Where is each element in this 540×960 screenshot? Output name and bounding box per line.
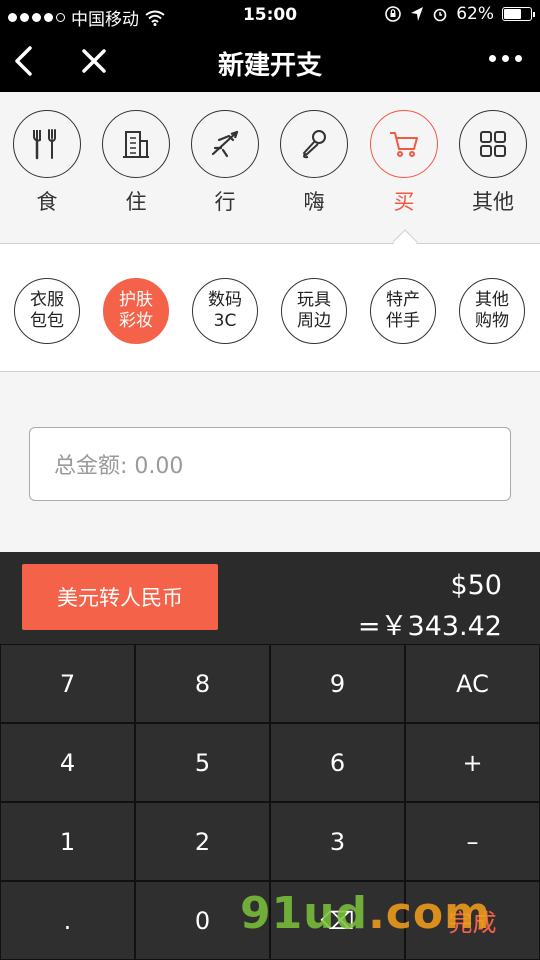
subcategory-label: 特产: [386, 290, 420, 310]
grid-icon: [480, 131, 506, 157]
category-label: 食: [36, 190, 58, 214]
subcategory-label: 彩妆: [119, 311, 153, 331]
battery-percent: 62%: [456, 4, 494, 24]
subcategory-label: 玩具: [297, 290, 331, 310]
shopping-cart-icon: [390, 132, 418, 157]
key-7[interactable]: 7: [0, 644, 135, 723]
category-label: 买: [393, 190, 415, 214]
category-shopping[interactable]: 买: [369, 110, 439, 216]
fork-knife-icon: [33, 129, 56, 160]
navigation-bar: 新建开支: [0, 30, 540, 92]
subcategory-label: 护肤: [119, 290, 153, 310]
subcategory-label: 购物: [475, 311, 509, 331]
subcategory-skincare[interactable]: 护肤 彩妆: [103, 278, 169, 344]
category-row: 食 住 行 嗨 买 其他: [0, 92, 540, 255]
converter-bar: 美元转人民币 $50 =￥343.42: [0, 552, 540, 644]
subcategory-label: 伴手: [386, 311, 420, 331]
category-fun[interactable]: 嗨: [279, 110, 349, 216]
usd-to-cny-button[interactable]: 美元转人民币: [22, 564, 218, 630]
total-amount-field[interactable]: 总金额: 0.00: [29, 427, 511, 501]
subcategory-label: 包包: [30, 311, 64, 331]
microphone-icon: [303, 130, 326, 159]
usd-amount: $50: [450, 570, 502, 601]
total-amount-text: 总金额: 0.00: [54, 454, 184, 479]
key-dot[interactable]: .: [0, 881, 135, 960]
category-lodging[interactable]: 住: [101, 110, 171, 216]
subcategory-label: 数码: [208, 290, 242, 310]
category-label: 嗨: [303, 190, 325, 214]
subcategory-souvenir[interactable]: 特产 伴手: [370, 278, 436, 344]
subcategory-other-shopping[interactable]: 其他 购物: [459, 278, 525, 344]
key-9[interactable]: 9: [270, 644, 405, 723]
subcategory-label: 衣服: [30, 290, 64, 310]
category-label: 住: [125, 190, 147, 214]
rotation-lock-icon: [385, 6, 402, 22]
page-title: 新建开支: [217, 51, 322, 81]
building-icon: [123, 131, 149, 158]
category-travel[interactable]: 行: [190, 110, 260, 216]
key-8[interactable]: 8: [135, 644, 270, 723]
key-minus[interactable]: –: [405, 802, 540, 881]
key-1[interactable]: 1: [0, 802, 135, 881]
category-label: 其他: [472, 190, 514, 214]
category-other[interactable]: 其他: [458, 110, 528, 216]
key-6[interactable]: 6: [270, 723, 405, 802]
battery-icon: [502, 7, 535, 21]
amount-area: 总金额: 0.00: [0, 372, 540, 552]
location-icon: [411, 7, 424, 21]
airplane-icon: [211, 130, 239, 158]
subcategory-toys[interactable]: 玩具 周边: [281, 278, 347, 344]
key-3[interactable]: 3: [270, 802, 405, 881]
subcategory-label: 周边: [297, 311, 331, 331]
cny-amount: =￥343.42: [357, 611, 502, 642]
subcategory-row: 衣服 包包 护肤 彩妆 数码 3C 玩具 周边 特产 伴手 其他 购物: [0, 244, 540, 372]
key-4[interactable]: 4: [0, 723, 135, 802]
key-clear[interactable]: AC: [405, 644, 540, 723]
watermark-logo: 91ud.com: [240, 888, 491, 939]
status-right: 62%: [384, 4, 535, 24]
category-food[interactable]: 食: [12, 110, 82, 216]
status-bar: 中国移动 15:00 62%: [0, 0, 540, 30]
more-icon[interactable]: [489, 55, 522, 62]
category-label: 行: [214, 190, 236, 214]
key-2[interactable]: 2: [135, 802, 270, 881]
subcategory-digital[interactable]: 数码 3C: [192, 278, 258, 344]
battery-level: [504, 9, 522, 19]
subcategory-label: 其他: [475, 290, 509, 310]
key-plus[interactable]: +: [405, 723, 540, 802]
alarm-icon: [433, 8, 447, 22]
key-5[interactable]: 5: [135, 723, 270, 802]
subcategory-clothing[interactable]: 衣服 包包: [14, 278, 80, 344]
subcategory-label: 3C: [213, 311, 237, 331]
